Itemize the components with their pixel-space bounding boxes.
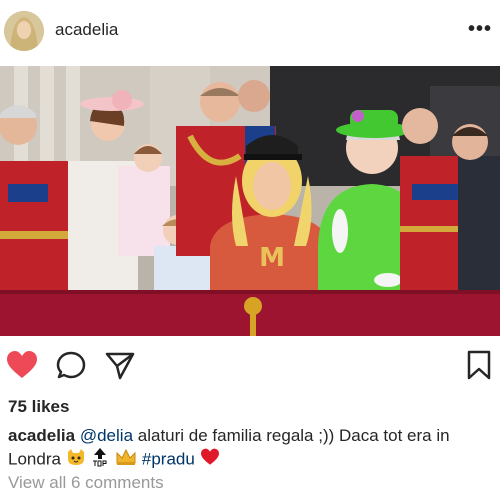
top-arrow-emoji-icon: [90, 447, 110, 473]
post-actions: [0, 346, 500, 386]
post-image[interactable]: M: [0, 66, 500, 336]
post-header: acadelia •••: [0, 0, 500, 62]
comment-bubble-icon[interactable]: [56, 350, 88, 385]
red-heart-emoji-icon: [200, 448, 220, 472]
header-username[interactable]: acadelia: [55, 20, 118, 40]
post-caption: acadelia @delia alaturi de familia regal…: [8, 425, 492, 473]
caption-text-line2: Londra: [8, 449, 66, 469]
likes-count[interactable]: 75 likes: [8, 397, 69, 417]
caption-hashtag[interactable]: #pradu: [142, 449, 195, 468]
cat-emoji-icon: [66, 448, 86, 472]
heart-filled-icon[interactable]: [6, 350, 38, 385]
caption-text-line1: alaturi de familia regala ;)) Daca tot e…: [133, 426, 450, 445]
caption-mention[interactable]: @delia: [80, 426, 133, 445]
paper-plane-icon[interactable]: [104, 350, 136, 385]
avatar[interactable]: [4, 11, 44, 51]
crown-emoji-icon: [115, 448, 137, 472]
view-comments-link[interactable]: View all 6 comments: [8, 473, 164, 493]
svg-text:M: M: [259, 243, 285, 273]
caption-username[interactable]: acadelia: [8, 426, 75, 445]
more-options-icon[interactable]: •••: [468, 18, 492, 41]
bookmark-icon[interactable]: [466, 350, 492, 385]
